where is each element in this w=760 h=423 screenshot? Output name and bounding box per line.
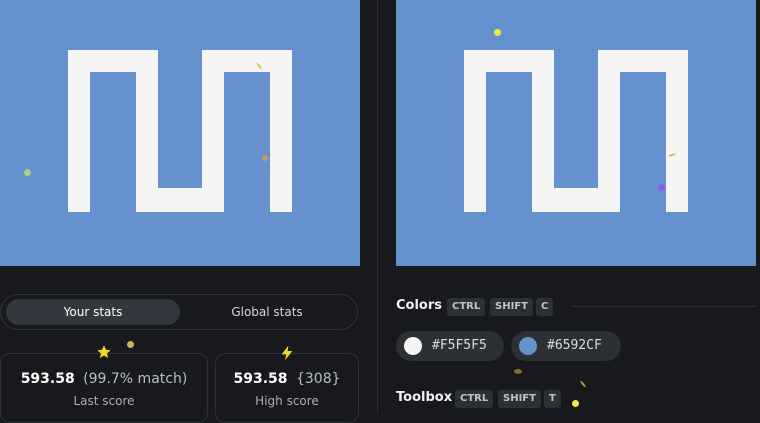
color-hex: #6592CF [547, 338, 602, 353]
high-score-value-line: 593.58 {308} [216, 371, 358, 387]
high-score-label: High score [255, 394, 319, 408]
confetti-dot [658, 184, 665, 191]
high-score-value: 593.58 [233, 371, 288, 387]
high-score-card: 593.58 {308} High score [215, 345, 359, 423]
drawing-shape [464, 50, 688, 212]
high-score-rank: {308} [295, 371, 341, 387]
color-swatch-blue[interactable]: #6592CF [511, 331, 621, 361]
stats-tabs: Your stats Global stats [0, 294, 358, 330]
star-icon [96, 344, 112, 365]
color-swatch-white[interactable]: #F5F5F5 [396, 331, 504, 361]
confetti-dot [494, 29, 501, 36]
shortcut-key-ctrl: CTRL [455, 390, 494, 408]
last-score-card: 593.58 (99.7% match) Last score [0, 345, 208, 423]
color-dot [519, 337, 537, 355]
confetti-dot [514, 369, 522, 374]
last-score-match: (99.7% match) [83, 371, 188, 387]
confetti-dot [127, 341, 134, 348]
shortcut-key-t: T [544, 390, 561, 408]
color-hex: #F5F5F5 [432, 338, 487, 353]
confetti-dot [262, 155, 268, 161]
panel-divider [377, 0, 378, 414]
shortcut-key-shift: SHIFT [490, 298, 533, 316]
last-score-value: 593.58 [20, 371, 75, 387]
target-shape [68, 50, 292, 212]
color-dot [404, 337, 422, 355]
confetti-dot [572, 400, 579, 407]
tab-global-stats[interactable]: Global stats [181, 299, 353, 325]
drawing-canvas[interactable] [396, 0, 756, 266]
confetti-dot [24, 169, 31, 176]
confetti-dot [579, 380, 587, 388]
lightning-icon [279, 344, 295, 367]
colors-title: Colors [396, 298, 443, 313]
shortcut-key-ctrl: CTRL [447, 298, 486, 316]
last-score-label: Last score [73, 394, 135, 408]
target-canvas [0, 0, 360, 266]
section-rule [572, 306, 756, 307]
last-score-value-line: 593.58 (99.7% match) [1, 371, 207, 387]
toolbox-title: Toolbox [396, 390, 453, 405]
tab-your-stats[interactable]: Your stats [6, 299, 180, 325]
shortcut-key-c: C [536, 298, 554, 316]
shortcut-key-shift: SHIFT [498, 390, 541, 408]
